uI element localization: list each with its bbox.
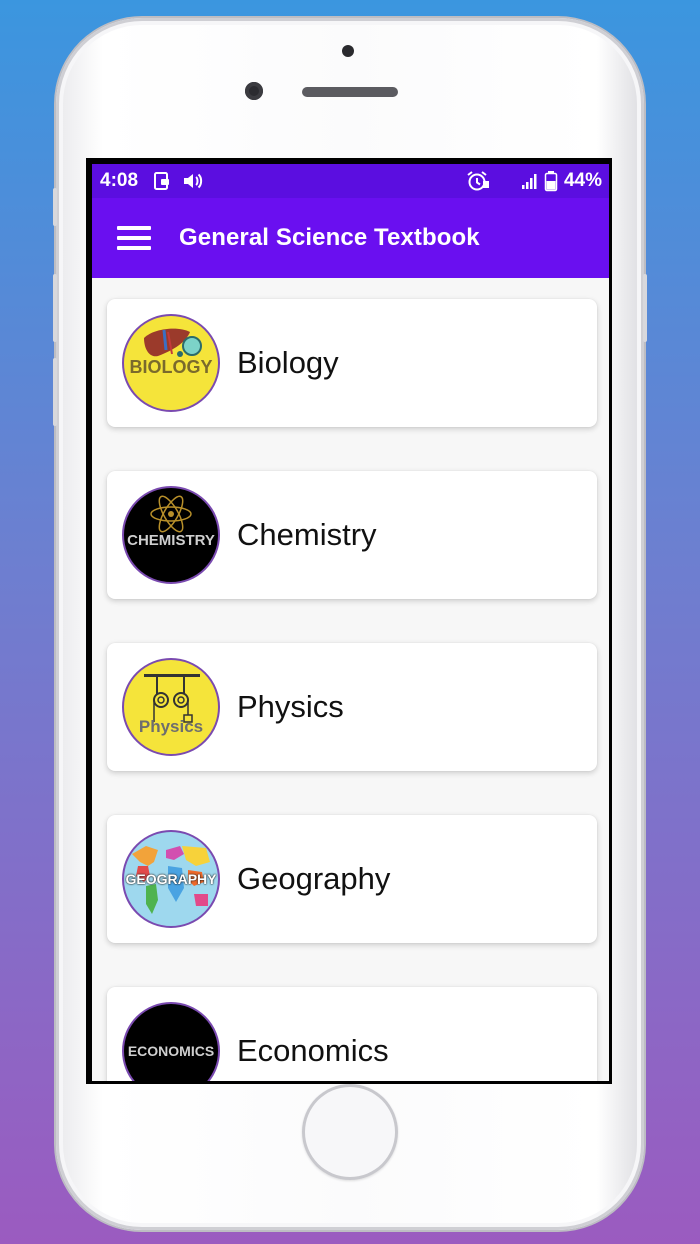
battery-icon xyxy=(544,170,558,192)
subject-card-chemistry[interactable]: CHEMISTRY Chemistry xyxy=(107,471,597,599)
app-bar: General Science Textbook xyxy=(92,198,609,278)
phone-side-button xyxy=(53,188,57,226)
economics-avatar-icon: ECONOMICS xyxy=(122,1002,220,1081)
subject-card-geography[interactable]: GEOGRAPHY Geography xyxy=(107,815,597,943)
app-screen: 4:08 44% General Science Textbook BIOLOG… xyxy=(92,164,609,1081)
alarm-icon xyxy=(466,170,490,192)
biology-avatar-icon: BIOLOGY xyxy=(122,314,220,412)
signal-icon xyxy=(520,171,540,191)
subject-label: Biology xyxy=(237,345,339,380)
phone-volume-up-button xyxy=(53,274,57,342)
proximity-sensor xyxy=(342,45,354,57)
status-time: 4:08 xyxy=(100,170,139,191)
earpiece-speaker xyxy=(302,87,398,97)
physics-avatar-text: Physics xyxy=(138,717,204,736)
front-camera-icon xyxy=(245,82,263,100)
status-bar: 4:08 44% xyxy=(92,164,609,198)
subject-label: Chemistry xyxy=(237,517,377,552)
biology-avatar-text: BIOLOGY xyxy=(129,356,213,377)
economics-avatar-text: ECONOMICS xyxy=(127,1043,215,1059)
status-right-group: 44% xyxy=(452,170,602,192)
subject-card-biology[interactable]: BIOLOGY Biology xyxy=(107,299,597,427)
subject-card-physics[interactable]: Physics Physics xyxy=(107,643,597,771)
battery-percent: 44% xyxy=(563,170,602,191)
home-button[interactable] xyxy=(302,1084,398,1180)
chemistry-avatar-text: CHEMISTRY xyxy=(127,531,215,549)
subject-list: BIOLOGY Biology CHEMISTRY Chemistry Phys… xyxy=(92,278,609,1081)
phone-screen: 4:08 44% General Science Textbook BIOLOG… xyxy=(86,158,612,1084)
geography-avatar-icon: GEOGRAPHY xyxy=(122,830,220,928)
chemistry-avatar-icon: CHEMISTRY xyxy=(122,486,220,584)
hamburger-menu-icon[interactable] xyxy=(117,226,151,250)
pulley-illustration xyxy=(144,674,200,723)
volume-icon xyxy=(182,171,204,191)
subject-card-economics[interactable]: ECONOMICS Economics xyxy=(107,987,597,1081)
phone-volume-down-button xyxy=(53,358,57,426)
sim-card-icon xyxy=(152,171,172,191)
phone-power-button xyxy=(643,274,647,342)
app-title: General Science Textbook xyxy=(179,224,480,251)
geography-avatar-text: GEOGRAPHY xyxy=(125,871,217,887)
subject-label: Economics xyxy=(237,1033,389,1068)
physics-avatar-icon: Physics xyxy=(122,658,220,756)
subject-label: Physics xyxy=(237,689,344,724)
subject-label: Geography xyxy=(237,861,391,896)
